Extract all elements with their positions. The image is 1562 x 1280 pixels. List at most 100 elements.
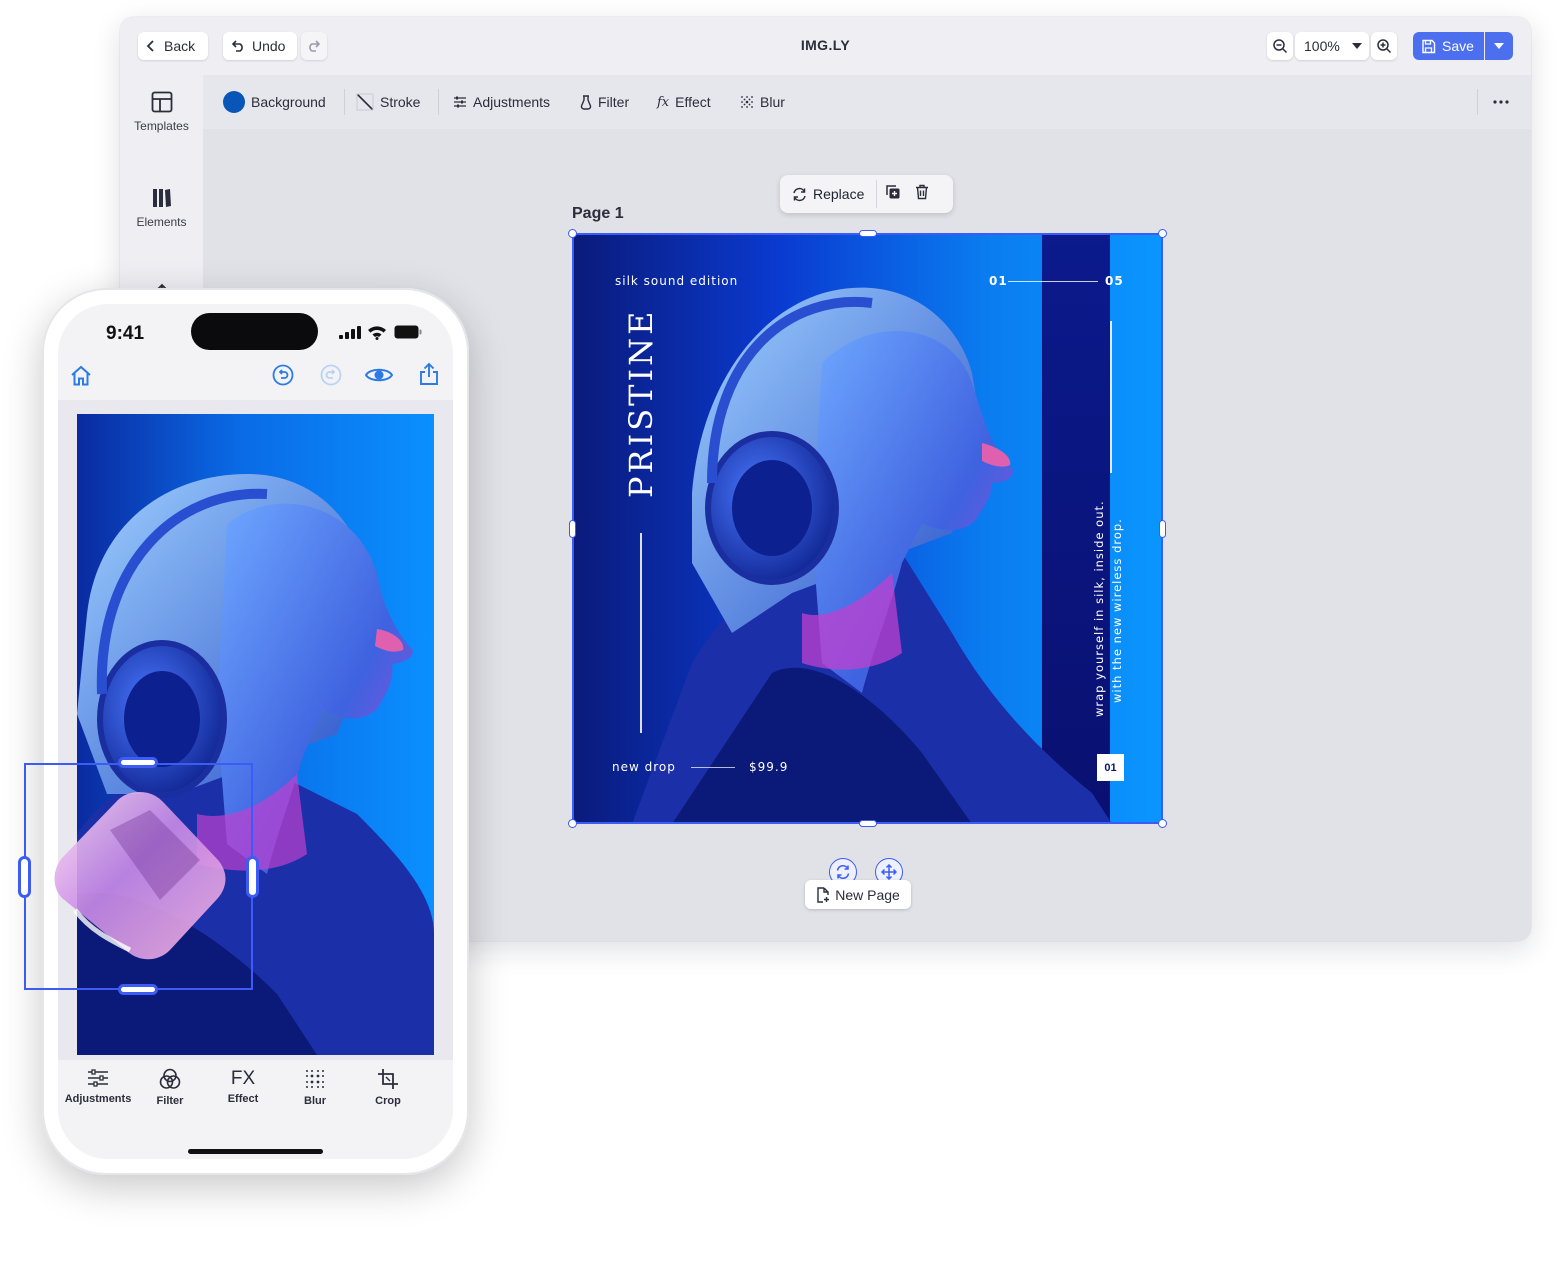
zoom-out-icon — [1273, 39, 1288, 54]
sticker-selection-frame — [24, 763, 253, 990]
sidebar-item-label: Templates — [134, 119, 189, 133]
tab-label: Crop — [375, 1095, 401, 1107]
blur-label: Blur — [760, 94, 785, 110]
undo-icon[interactable] — [272, 364, 294, 386]
resize-handle[interactable] — [118, 984, 158, 995]
effect-button[interactable]: fx Effect — [657, 92, 711, 112]
resize-handle[interactable] — [569, 520, 576, 538]
zoom-out-button[interactable] — [1267, 32, 1293, 60]
replace-button[interactable]: Replace — [780, 186, 876, 202]
blur-button[interactable]: Blur — [740, 92, 785, 112]
tab-effect[interactable]: FX Effect — [207, 1068, 279, 1105]
tab-label: Blur — [304, 1095, 326, 1107]
tab-blur[interactable]: Blur — [279, 1068, 351, 1107]
status-time: 9:41 — [106, 323, 145, 344]
more-horizontal-icon — [1493, 100, 1509, 104]
save-options-button[interactable] — [1485, 32, 1513, 60]
color-swatch-icon — [223, 91, 245, 113]
resize-handle[interactable] — [18, 856, 31, 898]
tab-crop[interactable]: Crop — [352, 1068, 424, 1107]
resize-handle[interactable] — [1158, 229, 1167, 238]
blur-icon — [306, 1070, 324, 1088]
duplicate-icon — [886, 184, 900, 198]
fx-icon: fx — [657, 94, 670, 110]
new-page-label: New Page — [835, 886, 900, 903]
new-page-icon — [817, 886, 830, 903]
move-icon — [881, 864, 897, 880]
replace-icon — [793, 187, 806, 201]
page-label: Page 1 — [572, 205, 624, 222]
poster-vertical-line — [640, 533, 642, 733]
home-icon[interactable] — [69, 364, 93, 388]
effect-label: Effect — [675, 94, 711, 110]
background-button[interactable]: Background — [223, 91, 326, 113]
resize-handle[interactable] — [1159, 520, 1166, 538]
redo-icon[interactable] — [320, 364, 342, 386]
dynamic-island — [191, 313, 318, 350]
poster-edition-text: silk sound edition — [615, 274, 739, 288]
adjustments-label: Adjustments — [473, 94, 551, 110]
phone-mockup: 9:41 Adjustments Filter FX Effect Blur C… — [42, 288, 469, 1175]
share-icon[interactable] — [418, 362, 440, 386]
crop-icon — [378, 1069, 398, 1089]
resize-handle[interactable] — [1158, 819, 1167, 828]
rotate-icon — [836, 864, 850, 880]
poster-price: $99.9 — [749, 760, 789, 774]
phone-screen: 9:41 Adjustments Filter FX Effect Blur C… — [58, 304, 453, 1159]
zoom-select[interactable]: 100% — [1295, 32, 1369, 60]
phone-tab-bar: Adjustments Filter FX Effect Blur Crop — [58, 1060, 453, 1159]
phone-toolbar — [58, 356, 453, 400]
poster-drop-label: new drop — [612, 760, 676, 774]
duplicate-button[interactable] — [877, 184, 909, 205]
trash-icon — [916, 184, 929, 199]
poster-design[interactable]: silk sound edition 01 05 PRISTINE wrap y… — [572, 233, 1163, 824]
resize-handle[interactable] — [246, 856, 259, 898]
tab-label: Effect — [227, 1093, 259, 1105]
tab-filter[interactable]: Filter — [134, 1068, 206, 1107]
zoom-in-icon — [1377, 39, 1392, 54]
zoom-value: 100% — [1304, 38, 1340, 54]
poster-right-line — [1110, 321, 1112, 473]
save-button[interactable]: Save — [1413, 32, 1484, 60]
tab-label: Adjustments — [64, 1093, 132, 1105]
resize-handle[interactable] — [568, 819, 577, 828]
sliders-icon — [88, 1069, 108, 1087]
poster-counter-start: 01 — [989, 274, 1008, 288]
save-label: Save — [1442, 38, 1474, 54]
tab-adjustments[interactable]: Adjustments — [62, 1068, 134, 1105]
sidebar-item-elements[interactable]: Elements — [120, 187, 203, 229]
sidebar-item-templates[interactable]: Templates — [120, 91, 203, 133]
stroke-button[interactable]: Stroke — [356, 92, 420, 112]
filter-button[interactable]: Filter — [580, 92, 629, 112]
adjustments-button[interactable]: Adjustments — [453, 92, 550, 112]
delete-button[interactable] — [909, 184, 935, 205]
background-label: Background — [251, 94, 326, 110]
filter-label: Filter — [598, 94, 630, 110]
divider — [438, 89, 439, 115]
divider — [344, 89, 345, 115]
resize-handle[interactable] — [118, 757, 158, 768]
save-icon — [1422, 39, 1436, 53]
tab-label: Filter — [156, 1095, 184, 1107]
woman-headphones-image — [632, 287, 1112, 824]
templates-icon — [151, 91, 172, 113]
zoom-in-button[interactable] — [1371, 32, 1397, 60]
resize-handle[interactable] — [859, 230, 877, 237]
caret-down-icon — [1494, 43, 1504, 49]
stroke-icon — [356, 93, 374, 111]
fx-icon: FX — [230, 1068, 256, 1089]
sliders-icon — [454, 96, 466, 108]
selection-toolbar: Replace — [780, 175, 953, 213]
battery-icon — [394, 325, 422, 339]
home-indicator — [188, 1149, 323, 1154]
caret-down-icon — [1351, 43, 1362, 49]
poster-tagline-1: wrap yourself in silk, inside out. — [1092, 500, 1106, 717]
new-page-button[interactable]: New Page — [805, 880, 911, 909]
resize-handle[interactable] — [859, 820, 877, 827]
resize-handle[interactable] — [568, 229, 577, 238]
filter-icon — [580, 94, 592, 110]
preview-eye-icon[interactable] — [365, 366, 393, 384]
poster-tagline-2: with the new wireless drop. — [1110, 518, 1124, 703]
more-options-button[interactable] — [1493, 92, 1509, 112]
poster-page-badge: 01 — [1097, 754, 1124, 781]
